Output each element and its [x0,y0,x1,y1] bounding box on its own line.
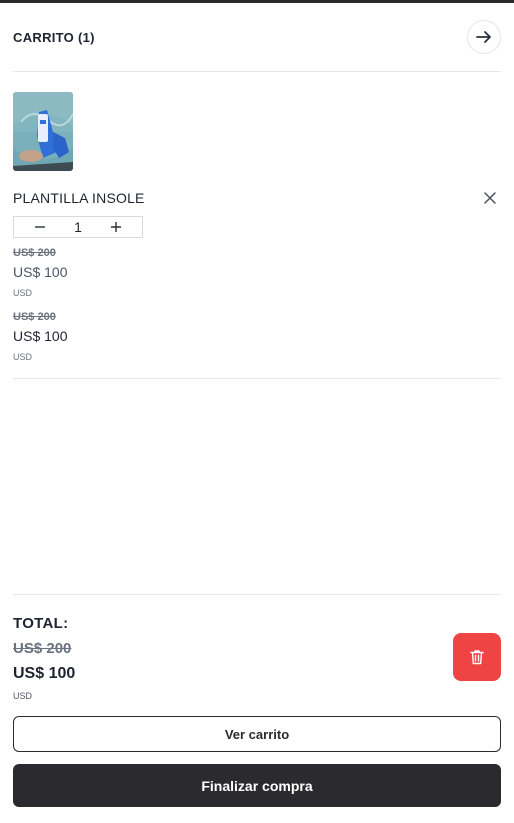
checkout-button[interactable]: Finalizar compra [13,764,501,807]
cart-header: CARRITO (1) [13,18,501,56]
unit-original-price: US$ 200 [13,247,56,259]
top-bar [0,0,514,3]
unit-current-price: US$ 100 [13,264,68,280]
trash-icon [470,650,484,665]
product-name[interactable]: PLANTILLA INSOLE [13,190,145,206]
decrement-button[interactable] [14,217,65,237]
line-original-price: US$ 200 [13,311,56,323]
unit-currency: USD [13,288,33,298]
quantity-stepper: 1 [13,216,143,238]
increment-button[interactable] [91,217,142,237]
close-cart-button[interactable] [467,20,501,54]
line-currency: USD [13,352,33,362]
line-current-price: US$ 100 [13,328,68,344]
minus-icon [34,226,45,228]
header-divider [13,71,501,72]
total-current-price: US$ 100 [13,665,76,682]
clear-cart-button[interactable] [453,633,501,681]
view-cart-button[interactable]: Ver carrito [13,716,501,752]
product-image[interactable] [13,92,73,171]
item-divider [13,378,501,379]
totals-divider [13,594,501,595]
total-currency: USD [13,691,33,701]
cart-title: CARRITO (1) [13,29,95,45]
plus-icon [111,222,122,232]
arrow-right-icon [476,31,491,43]
remove-item-button[interactable] [482,190,498,206]
close-icon [484,192,496,204]
total-label: TOTAL: [13,615,69,632]
total-original-price: US$ 200 [13,640,72,657]
quantity-value[interactable]: 1 [65,219,91,235]
